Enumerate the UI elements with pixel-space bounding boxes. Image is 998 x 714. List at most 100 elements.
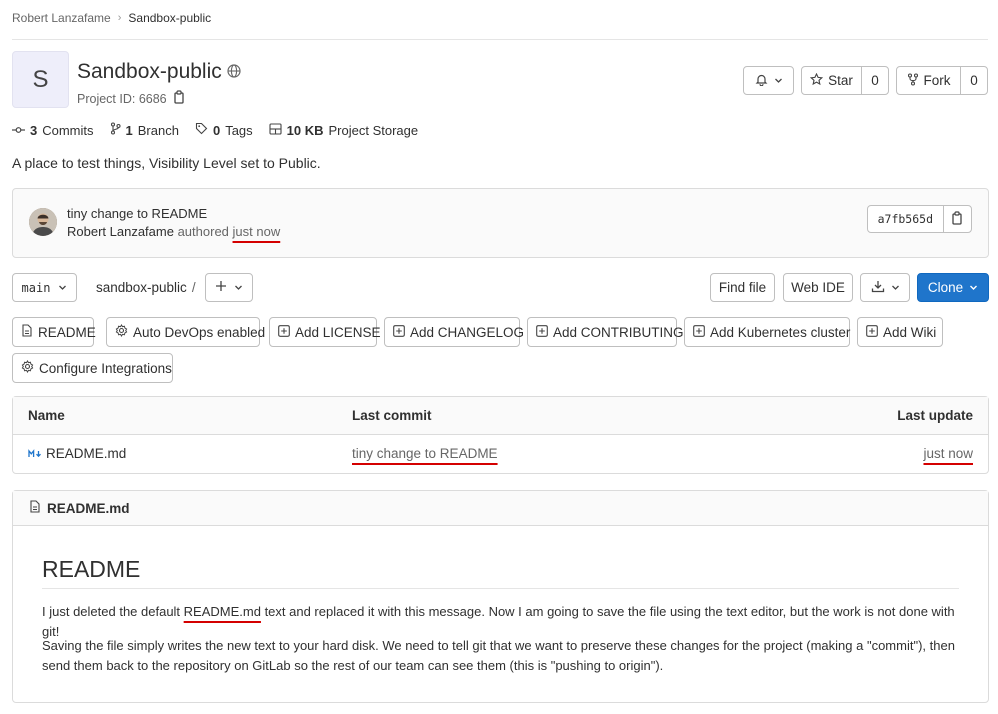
branch-icon <box>110 122 121 138</box>
readme-p1-text: I just deleted the default <box>42 604 184 619</box>
fork-count[interactable]: 0 <box>960 67 987 94</box>
fork-button[interactable]: Fork 0 <box>896 66 988 95</box>
plus-square-icon <box>693 324 705 340</box>
configure-integrations-label: Configure Integrations <box>39 360 172 376</box>
repo-path-root[interactable]: sandbox-public <box>96 280 187 295</box>
branch-selector[interactable]: main <box>12 273 77 302</box>
star-button[interactable]: Star 0 <box>801 66 889 95</box>
commits-label: Commits <box>42 122 94 138</box>
stat-tags[interactable]: 0 Tags <box>195 122 253 138</box>
file-last-commit-link[interactable]: tiny change to README <box>352 446 498 461</box>
gear-icon <box>21 360 34 376</box>
add-license-button[interactable]: Add LICENSE <box>269 317 381 347</box>
add-wiki-button[interactable]: Add Wiki <box>857 317 943 347</box>
readme-p1-filename: README.md <box>183 604 261 619</box>
add-to-tree-dropdown[interactable] <box>205 273 253 302</box>
chevron-down-icon <box>969 280 978 295</box>
markdown-icon <box>28 447 42 462</box>
commit-sha-text[interactable]: a7fb565d <box>868 206 943 232</box>
storage-label: Project Storage <box>328 122 419 138</box>
plus-icon <box>215 280 227 295</box>
clone-label: Clone <box>927 280 964 295</box>
breadcrumb: Robert Lanzafame › Sandbox-public <box>12 11 211 25</box>
commit-meta: Robert Lanzafame authored just now <box>67 224 280 239</box>
storage-size: 10 KB <box>286 122 324 138</box>
auto-devops-link[interactable]: Auto DevOps enabled <box>106 317 265 347</box>
fork-label: Fork <box>923 73 951 88</box>
readme-link[interactable]: README <box>12 317 96 347</box>
chevron-down-icon <box>58 280 67 295</box>
plus-square-icon <box>393 324 405 340</box>
chevron-right-icon: › <box>117 12 122 24</box>
branch-label: Branch <box>137 122 179 138</box>
column-last-commit-header: Last commit <box>352 408 432 423</box>
branch-name: main <box>21 280 51 295</box>
gear-icon <box>115 324 128 340</box>
bell-icon <box>755 73 768 89</box>
last-commit-panel: tiny change to README Robert Lanzafame a… <box>12 188 989 258</box>
web-ide-button[interactable]: Web IDE <box>783 273 853 302</box>
plus-square-icon <box>536 324 548 340</box>
breadcrumb-project[interactable]: Sandbox-public <box>128 11 211 25</box>
avatar[interactable] <box>29 208 57 236</box>
readme-heading: README <box>42 556 141 582</box>
project-name: Sandbox-public <box>77 60 222 83</box>
copy-icon <box>951 210 964 228</box>
readme-header: README.md <box>13 491 988 526</box>
tags-count: 0 <box>212 122 221 138</box>
readme-label: README <box>38 324 96 340</box>
chevron-down-icon <box>774 73 783 88</box>
project-stats: 3 Commits 1 Branch 0 Tags 10 KB Project Stor… <box>12 122 418 138</box>
commit-title[interactable]: tiny change to README <box>67 206 207 221</box>
file-name-link[interactable]: README.md <box>46 446 126 461</box>
add-changelog-button[interactable]: Add CHANGELOG <box>384 317 524 347</box>
add-contributing-label: Add CONTRIBUTING <box>553 324 684 340</box>
star-label: Star <box>828 73 853 88</box>
table-header: Name Last commit Last update <box>13 397 988 435</box>
project-avatar[interactable]: S <box>12 51 69 108</box>
commits-count: 3 <box>30 122 38 138</box>
star-action[interactable]: Star <box>802 67 861 94</box>
readme-panel: README.md README I just deleted the defa… <box>12 490 989 703</box>
configure-integrations-button[interactable]: Configure Integrations <box>12 353 173 383</box>
commit-author[interactable]: Robert Lanzafame <box>67 224 174 239</box>
add-kubernetes-button[interactable]: Add Kubernetes cluster <box>684 317 850 347</box>
column-name-header: Name <box>28 408 65 423</box>
divider <box>12 39 988 40</box>
commit-time: just now <box>232 224 281 239</box>
readme-filename[interactable]: README.md <box>47 501 130 516</box>
add-kubernetes-label: Add Kubernetes cluster <box>710 324 851 340</box>
find-file-button[interactable]: Find file <box>710 273 775 302</box>
repo-path: sandbox-public / <box>96 280 196 295</box>
star-count[interactable]: 0 <box>861 67 888 94</box>
clone-dropdown[interactable]: Clone <box>917 273 989 302</box>
tags-label: Tags <box>225 122 253 138</box>
file-last-update: just now <box>923 446 973 461</box>
stat-storage[interactable]: 10 KB Project Storage <box>269 123 418 138</box>
page-title: Sandbox-public <box>77 60 241 84</box>
chevron-down-icon <box>891 280 900 295</box>
stat-commits[interactable]: 3 Commits <box>12 123 94 138</box>
fork-icon <box>907 72 919 89</box>
breadcrumb-owner[interactable]: Robert Lanzafame <box>12 11 111 25</box>
file-icon <box>21 324 33 340</box>
add-license-label: Add LICENSE <box>295 324 381 340</box>
download-dropdown[interactable] <box>860 273 910 302</box>
project-description: A place to test things, Visibility Level… <box>12 155 321 171</box>
globe-icon <box>227 60 241 84</box>
fork-action[interactable]: Fork <box>897 67 960 94</box>
add-contributing-button[interactable]: Add CONTRIBUTING <box>527 317 684 347</box>
branch-count: 1 <box>125 122 133 138</box>
column-last-update-header: Last update <box>897 408 973 423</box>
notification-dropdown[interactable] <box>743 66 794 95</box>
project-id-label: Project ID: 6686 <box>77 91 167 106</box>
project-id: Project ID: 6686 <box>77 90 186 107</box>
copy-icon[interactable] <box>173 90 186 107</box>
path-separator: / <box>191 280 196 295</box>
copy-sha-button[interactable] <box>943 206 971 232</box>
stat-branches[interactable]: 1 Branch <box>110 122 179 138</box>
plus-square-icon <box>866 324 878 340</box>
table-row[interactable]: README.md tiny change to README just now <box>13 435 988 474</box>
file-tree-table: Name Last commit Last update README.md t… <box>12 396 989 474</box>
divider <box>42 588 959 589</box>
